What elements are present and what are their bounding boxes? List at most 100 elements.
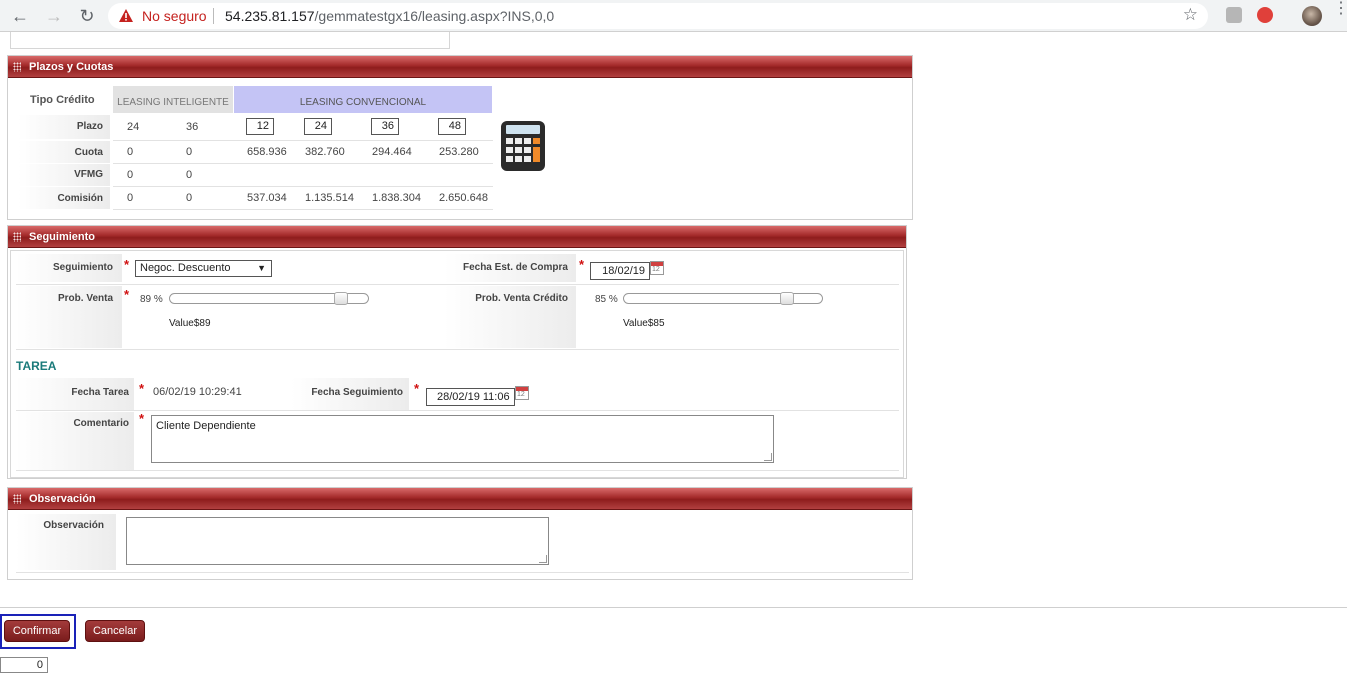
- pdf-extension-icon[interactable]: [1226, 7, 1242, 23]
- cuota-lc-2: 382.760: [305, 146, 345, 158]
- plazo-lc-1-input[interactable]: 12: [246, 118, 274, 135]
- observacion-title: Observación: [29, 493, 96, 505]
- row-divider: [16, 572, 909, 573]
- fecha-compra-input[interactable]: 18/02/19: [590, 262, 650, 280]
- slider-thumb[interactable]: [780, 292, 794, 305]
- confirmar-button[interactable]: Confirmar: [4, 620, 70, 642]
- back-icon[interactable]: ←: [10, 6, 30, 26]
- browser-toolbar: ← → ↻ No seguro 54.235.81.157/gemmatestg…: [0, 0, 1347, 32]
- leasing-convencional-header: LEASING CONVENCIONAL: [234, 86, 492, 113]
- address-bar[interactable]: No seguro 54.235.81.157/gemmatestgx16/le…: [108, 3, 1208, 29]
- profile-avatar[interactable]: [1302, 6, 1322, 26]
- observacion-header: Observación: [8, 488, 912, 510]
- row-divider: [16, 284, 899, 285]
- observacion-label: Observación: [43, 520, 104, 531]
- tipo-credito-label: Tipo Crédito: [30, 94, 95, 106]
- fecha-seguimiento-input[interactable]: 28/02/19 11:06: [426, 388, 515, 406]
- tarea-heading: TAREA: [16, 359, 57, 373]
- comision-lc-4: 2.650.648: [439, 192, 488, 204]
- bookmark-star-icon[interactable]: ☆: [1183, 5, 1198, 25]
- cuota-lc-1: 658.936: [247, 146, 287, 158]
- cuota-lc-3: 294.464: [372, 146, 412, 158]
- fecha-compra-label: Fecha Est. de Compra: [462, 262, 568, 273]
- row-divider: [113, 186, 493, 187]
- page-divider: [0, 607, 1347, 608]
- chevron-down-icon: ▼: [257, 263, 266, 273]
- required-marker: *: [124, 287, 130, 302]
- comision-lc-2: 1.135.514: [305, 192, 354, 204]
- extension-icon[interactable]: [1257, 7, 1273, 23]
- comision-lc-1: 537.034: [247, 192, 287, 204]
- url-host: 54.235.81.157: [225, 8, 315, 24]
- security-label[interactable]: No seguro: [142, 8, 207, 24]
- vfmg-label: VFMG: [74, 169, 103, 180]
- comision-lc-3: 1.838.304: [372, 192, 421, 204]
- row-divider: [16, 349, 899, 350]
- cancelar-button[interactable]: Cancelar: [85, 620, 145, 642]
- plazo-lc-4-input[interactable]: 48: [438, 118, 466, 135]
- prob-venta-credito-slider[interactable]: [623, 292, 823, 305]
- comentario-textarea[interactable]: Cliente Dependiente: [151, 415, 774, 463]
- prob-venta-slider[interactable]: [169, 292, 369, 305]
- prob-venta-value: Value$89: [169, 318, 211, 329]
- comision-label: Comisión: [57, 193, 103, 204]
- omnibox-divider: [213, 8, 214, 24]
- cuota-lc-4: 253.280: [439, 146, 479, 158]
- leasing-inteligente-header: LEASING INTELIGENTE: [113, 86, 233, 113]
- reload-icon[interactable]: ↻: [77, 6, 97, 26]
- panel-grip-icon: [13, 62, 21, 72]
- calendar-icon[interactable]: [515, 386, 529, 400]
- vfmg-li-2: 0: [186, 169, 193, 181]
- plazo-label: Plazo: [76, 121, 103, 132]
- plazos-title: Plazos y Cuotas: [29, 61, 114, 73]
- plazo-li-1: 24: [127, 121, 140, 133]
- required-marker: *: [139, 411, 145, 426]
- forward-icon[interactable]: →: [44, 6, 64, 26]
- seguimiento-title: Seguimiento: [29, 231, 96, 243]
- menu-kebab-icon[interactable]: ⋮: [1333, 1, 1347, 17]
- prob-venta-credito-value: Value$85: [623, 318, 665, 329]
- panel-grip-icon: [13, 494, 21, 504]
- observacion-textarea[interactable]: [126, 517, 549, 565]
- url-text[interactable]: 54.235.81.157/gemmatestgx16/leasing.aspx…: [225, 8, 554, 24]
- required-marker: *: [139, 381, 145, 396]
- cuota-li-2: 0: [186, 146, 193, 158]
- plazo-lc-2-input[interactable]: 24: [304, 118, 332, 135]
- required-marker: *: [414, 381, 420, 396]
- observacion-panel: Observación Observación: [7, 487, 913, 580]
- fecha-tarea-value: 06/02/19 10:29:41: [153, 386, 242, 398]
- row-divider: [16, 470, 899, 471]
- calendar-icon[interactable]: [650, 261, 664, 275]
- url-path: /gemmatestgx16/leasing.aspx?INS,0,0: [314, 8, 555, 24]
- resize-grip-icon[interactable]: [764, 453, 772, 461]
- required-marker: *: [124, 257, 130, 272]
- plazo-li-2: 36: [186, 121, 199, 133]
- seguimiento-header: Seguimiento: [8, 226, 906, 248]
- row-divider: [113, 163, 493, 164]
- seguimiento-label: Seguimiento: [52, 262, 113, 273]
- seguimiento-select-value: Negoc. Descuento: [140, 262, 231, 274]
- prob-venta-credito-percent: 85 %: [595, 294, 618, 305]
- plazo-lc-3-input[interactable]: 36: [371, 118, 399, 135]
- prob-venta-percent: 89 %: [140, 294, 163, 305]
- comision-li-1: 0: [127, 192, 134, 204]
- seguimiento-select[interactable]: Negoc. Descuento ▼: [135, 260, 272, 277]
- row-divider: [113, 140, 493, 141]
- comentario-text: Cliente Dependiente: [156, 420, 256, 432]
- fecha-seguimiento-label: Fecha Seguimiento: [311, 387, 403, 398]
- plazos-cuotas-panel: Plazos y Cuotas Tipo Crédito LEASING INT…: [7, 55, 913, 220]
- previous-section-stub: [10, 32, 450, 49]
- comision-li-2: 0: [186, 192, 193, 204]
- fecha-tarea-label: Fecha Tarea: [71, 387, 129, 398]
- seguimiento-panel: Seguimiento Seguimiento * Negoc. Descuen…: [7, 225, 907, 479]
- counter-input[interactable]: 0: [0, 657, 48, 673]
- row-divider: [16, 410, 899, 411]
- plazos-header: Plazos y Cuotas: [8, 56, 912, 78]
- resize-grip-icon[interactable]: [539, 555, 547, 563]
- required-marker: *: [579, 257, 585, 272]
- slider-thumb[interactable]: [334, 292, 348, 305]
- warning-icon: [119, 9, 133, 22]
- panel-grip-icon: [13, 232, 21, 242]
- calculator-icon[interactable]: [500, 120, 546, 172]
- prob-venta-credito-label: Prob. Venta Crédito: [475, 293, 568, 304]
